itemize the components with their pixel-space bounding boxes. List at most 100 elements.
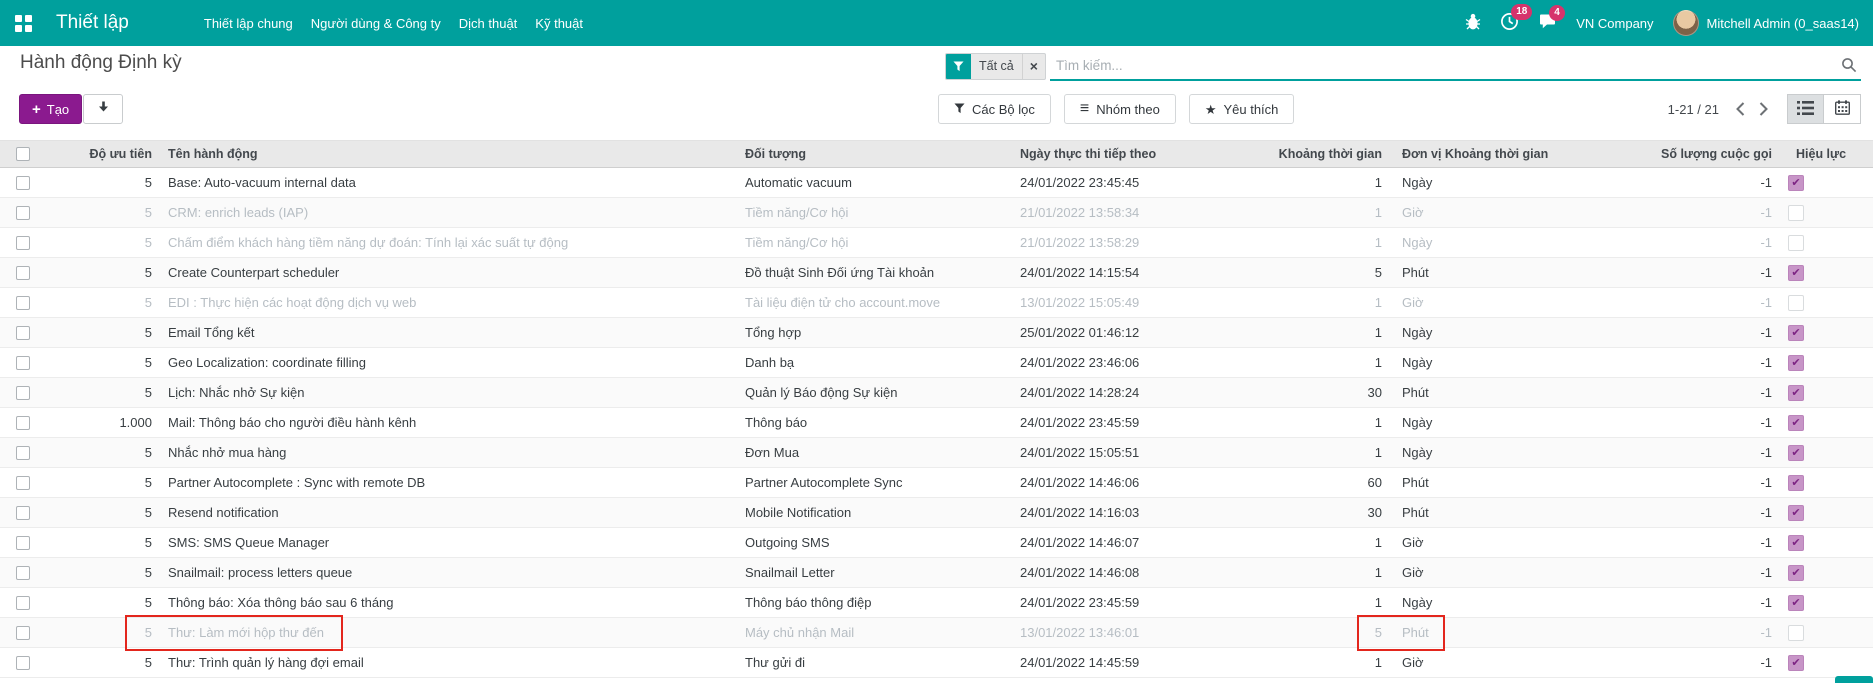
select-all-checkbox[interactable] [16,147,30,161]
table-row[interactable]: 5Partner Autocomplete : Sync with remote… [0,468,1873,498]
table-row[interactable]: 5Email Tổng kếtTổng hợp25/01/2022 01:46:… [0,318,1873,348]
table-row[interactable]: 5Thông báo: Xóa thông báo sau 6 thángThô… [0,588,1873,618]
active-checkbox[interactable]: ✔ [1788,415,1804,431]
debug-bug-button[interactable] [1465,13,1481,33]
table-row[interactable]: 5Thư: Trình quản lý hàng đợi emailThư gử… [0,648,1873,678]
table-row[interactable]: 5Geo Localization: coordinate fillingDan… [0,348,1873,378]
active-checkbox[interactable]: ✔ [1788,475,1804,491]
row-select-checkbox[interactable] [16,416,30,430]
active-checkbox[interactable]: ✔ [1788,505,1804,521]
cell-number-of-calls: -1 [1565,475,1780,490]
row-select-checkbox[interactable] [16,506,30,520]
cell-active: ✔ [1780,505,1873,521]
row-select-cell [0,176,45,190]
screen: Thiết lập Thiết lập chungNgười dùng & Cô… [0,0,1873,683]
active-checkbox[interactable]: ✔ [1788,565,1804,581]
pager-previous-button[interactable] [1729,98,1752,120]
search-icon[interactable] [1841,57,1857,73]
facet-remove-button[interactable]: × [1022,54,1045,79]
company-switcher[interactable]: VN Company [1576,16,1653,31]
table-row[interactable]: 5Chấm điểm khách hàng tiềm năng dự đoán:… [0,228,1873,258]
table-row[interactable]: 5Snailmail: process letters queueSnailma… [0,558,1873,588]
table-row[interactable]: 5EDI : Thực hiện các hoạt động dịch vụ w… [0,288,1873,318]
col-header-next-execution[interactable]: Ngày thực thi tiếp theo [1020,147,1265,161]
active-checkbox[interactable]: ✔ [1788,625,1804,641]
col-header-name[interactable]: Tên hành động [160,147,745,161]
messages-button[interactable]: 4 [1538,13,1557,34]
row-select-checkbox[interactable] [16,206,30,220]
table-row[interactable]: 5CRM: enrich leads (IAP)Tiềm năng/Cơ hội… [0,198,1873,228]
row-select-checkbox[interactable] [16,536,30,550]
filters-button[interactable]: Các Bộ lọc [938,94,1051,124]
cell-object: Outgoing SMS [745,535,1020,550]
table-row[interactable]: 5SMS: SMS Queue ManagerOutgoing SMS24/01… [0,528,1873,558]
navbar-menu-item[interactable]: Thiết lập chung [195,9,302,38]
corner-widget[interactable] [1835,676,1873,683]
row-select-checkbox[interactable] [16,596,30,610]
row-select-cell [0,386,45,400]
active-checkbox[interactable]: ✔ [1788,235,1804,251]
active-checkbox[interactable]: ✔ [1788,655,1804,671]
active-checkbox[interactable]: ✔ [1788,595,1804,611]
col-header-interval[interactable]: Khoảng thời gian [1265,147,1390,161]
col-header-active[interactable]: Hiệu lực [1780,147,1873,161]
calendar-view-button[interactable] [1824,94,1861,124]
table-row[interactable]: 5Thư: Làm mới hộp thư đếnMáy chủ nhận Ma… [0,618,1873,648]
col-header-object[interactable]: Đối tượng [745,147,1020,161]
active-checkbox[interactable]: ✔ [1788,205,1804,221]
active-checkbox[interactable]: ✔ [1788,295,1804,311]
search-input[interactable] [1050,58,1841,73]
col-header-interval-unit[interactable]: Đơn vị Khoảng thời gian [1390,147,1565,161]
row-select-checkbox[interactable] [16,356,30,370]
active-checkbox[interactable]: ✔ [1788,175,1804,191]
col-header-priority[interactable]: Độ ưu tiên [45,147,160,161]
cell-object: Đơn Mua [745,445,1020,460]
activities-button[interactable]: 18 [1500,12,1519,34]
row-select-checkbox[interactable] [16,386,30,400]
cell-action-name: Create Counterpart scheduler [160,265,745,280]
cell-interval-unit: Phút [1390,505,1565,520]
cell-priority: 5 [45,295,160,310]
row-select-checkbox[interactable] [16,266,30,280]
row-select-checkbox[interactable] [16,236,30,250]
row-select-checkbox[interactable] [16,656,30,670]
active-checkbox[interactable]: ✔ [1788,265,1804,281]
navbar-menu-item[interactable]: Người dùng & Công ty [302,9,450,38]
user-menu[interactable]: Mitchell Admin (0_saas14) [1673,10,1859,36]
row-select-checkbox[interactable] [16,446,30,460]
apps-menu-button[interactable] [0,0,46,46]
active-checkbox[interactable]: ✔ [1788,385,1804,401]
table-row[interactable]: 5Base: Auto-vacuum internal dataAutomati… [0,168,1873,198]
navbar-right: 18 4 VN Company Mitchell Admin (0_saas14… [1465,10,1873,36]
favorites-button[interactable]: ★Yêu thích [1189,94,1295,124]
cell-number-of-calls: -1 [1565,535,1780,550]
row-select-checkbox[interactable] [16,566,30,580]
app-title[interactable]: Thiết lập [56,12,129,34]
pager-next-button[interactable] [1752,98,1775,120]
group-by-button[interactable]: ≡Nhóm theo [1064,94,1176,124]
cell-interval-unit: Ngày [1390,595,1565,610]
navbar-menu-item[interactable]: Dịch thuật [450,9,527,38]
cell-priority: 5 [45,175,160,190]
button-label: Các Bộ lọc [972,102,1035,117]
navbar-menu-item[interactable]: Kỹ thuật [526,9,592,38]
table-row[interactable]: 5Create Counterpart schedulerĐồ thuật Si… [0,258,1873,288]
col-header-number-of-calls[interactable]: Số lượng cuộc gọi [1565,147,1780,161]
active-checkbox[interactable]: ✔ [1788,535,1804,551]
table-row[interactable]: 5Lịch: Nhắc nhở Sự kiệnQuản lý Báo động … [0,378,1873,408]
active-checkbox[interactable]: ✔ [1788,325,1804,341]
create-button[interactable]: + Tạo [19,94,82,124]
row-select-checkbox[interactable] [16,176,30,190]
active-checkbox[interactable]: ✔ [1788,355,1804,371]
row-select-checkbox[interactable] [16,296,30,310]
export-button[interactable] [83,94,123,124]
active-checkbox[interactable]: ✔ [1788,445,1804,461]
list-view-button[interactable] [1787,94,1824,124]
table-row[interactable]: 5Resend notificationMobile Notification2… [0,498,1873,528]
table-row[interactable]: 1.000Mail: Thông báo cho người điều hành… [0,408,1873,438]
row-select-checkbox[interactable] [16,626,30,640]
cell-interval-number: 1 [1265,295,1390,310]
row-select-checkbox[interactable] [16,326,30,340]
table-row[interactable]: 5Nhắc nhở mua hàngĐơn Mua24/01/2022 15:0… [0,438,1873,468]
row-select-checkbox[interactable] [16,476,30,490]
